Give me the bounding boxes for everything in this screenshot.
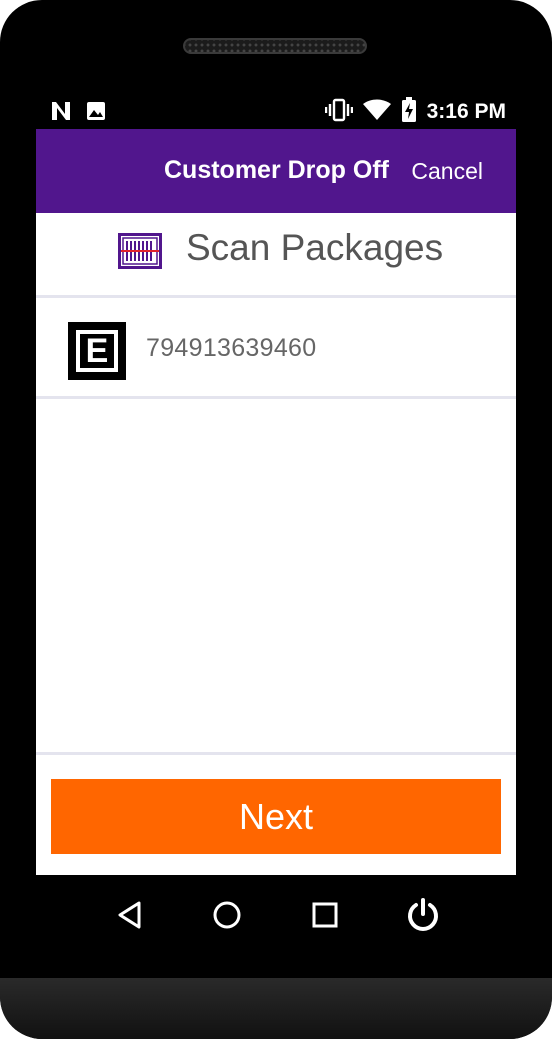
section-header: Scan Packages <box>36 213 516 295</box>
list-item[interactable]: E 794913639460 <box>36 298 516 396</box>
image-notification-icon <box>86 101 106 125</box>
divider <box>36 396 516 399</box>
section-title: Scan Packages <box>186 227 444 268</box>
next-button[interactable]: Next <box>51 779 501 854</box>
status-time: 3:16 PM <box>426 100 506 123</box>
page-title: Customer Drop Off <box>164 156 389 184</box>
barcode-scan-icon <box>118 233 162 273</box>
earpiece-speaker <box>183 38 367 54</box>
app-screen: Customer Drop Off Cancel Scan Packages E… <box>36 129 516 875</box>
home-icon[interactable] <box>205 893 249 937</box>
e-badge-icon: E <box>68 322 126 380</box>
phone-chin <box>0 978 552 1039</box>
system-nav-bar <box>0 875 552 950</box>
battery-charging-icon <box>401 97 417 127</box>
vibrate-icon <box>324 98 353 126</box>
wifi-icon <box>362 99 391 125</box>
recents-icon[interactable] <box>303 893 347 937</box>
back-icon[interactable] <box>108 893 152 937</box>
package-number: 794913639460 <box>146 334 317 362</box>
app-bar: Customer Drop Off Cancel <box>36 129 516 213</box>
power-icon[interactable] <box>401 893 445 937</box>
divider <box>36 752 516 755</box>
cancel-button[interactable]: Cancel <box>411 158 483 185</box>
phone-frame: 3:16 PM Customer Drop Off Cancel Scan Pa… <box>0 0 552 1039</box>
status-bar: 3:16 PM <box>36 94 516 128</box>
n-notification-icon <box>50 101 72 125</box>
